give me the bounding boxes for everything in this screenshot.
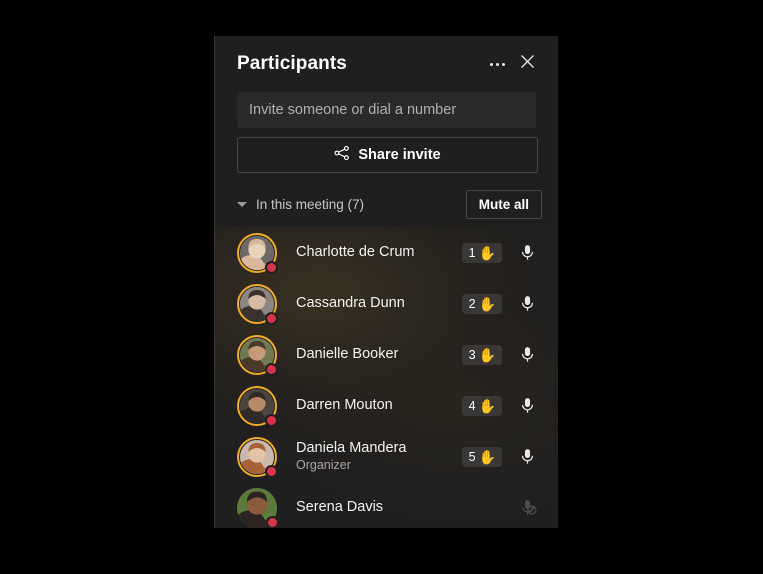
microphone-icon[interactable]	[512, 442, 542, 472]
avatar	[237, 283, 278, 325]
participant-row[interactable]: Daniela Mandera Organizer 5 ✋	[215, 431, 558, 482]
share-invite-label: Share invite	[358, 147, 441, 163]
participant-name: Charlotte de Crum	[296, 244, 415, 260]
participant-name-block: Daniela Mandera Organizer	[296, 440, 462, 473]
participant-name-block: Charlotte de Crum	[296, 244, 462, 261]
section-header: In this meeting (7) Mute all	[215, 173, 558, 221]
share-invite-button[interactable]: Share invite	[237, 137, 538, 173]
participant-row[interactable]: Cassandra Dunn 2 ✋	[215, 278, 558, 329]
participant-row[interactable]: Darren Mouton 4 ✋	[215, 380, 558, 431]
section-label: In this meeting (7)	[256, 196, 365, 212]
page-title: Participants	[237, 53, 347, 74]
presence-badge-busy	[265, 413, 278, 427]
invite-row	[215, 92, 558, 128]
participant-name: Darren Mouton	[296, 397, 393, 413]
avatar	[237, 232, 278, 274]
invite-input[interactable]	[237, 92, 536, 128]
participant-name-block: Serena Davis	[296, 499, 512, 516]
presence-badge-busy	[265, 362, 278, 376]
microphone-icon[interactable]	[512, 289, 542, 319]
presence-badge-busy	[265, 464, 278, 478]
ellipsis-icon	[489, 62, 505, 66]
share-icon	[334, 145, 350, 165]
participant-name-block: Darren Mouton	[296, 397, 462, 414]
microphone-off-icon[interactable]	[512, 493, 542, 523]
avatar	[237, 385, 278, 427]
raised-hand-icon: ✋	[478, 244, 496, 261]
raised-hand-order: 2	[468, 296, 476, 311]
raised-hand-order: 3	[468, 347, 476, 362]
panel-header: Participants	[215, 36, 558, 92]
participant-name: Danielle Booker	[296, 346, 399, 362]
participant-name-block: Danielle Booker	[296, 346, 462, 363]
participant-name: Cassandra Dunn	[296, 295, 405, 311]
participant-row[interactable]: Serena Davis	[215, 482, 558, 528]
raised-hand-badge: 4 ✋	[461, 395, 502, 416]
participant-row[interactable]: Danielle Booker 3 ✋	[215, 329, 558, 380]
microphone-icon[interactable]	[512, 391, 542, 421]
avatar	[237, 334, 278, 376]
participant-role: Organizer	[296, 458, 351, 472]
participant-name: Serena Davis	[296, 499, 384, 515]
more-options-button[interactable]	[482, 49, 512, 79]
raised-hand-order: 4	[468, 398, 476, 413]
raised-hand-icon: ✋	[478, 448, 496, 465]
raised-hand-icon: ✋	[478, 295, 496, 312]
raised-hand-badge: 5 ✋	[461, 446, 502, 467]
participant-list: Charlotte de Crum 1 ✋ Cassandra Dunn 2 ✋ Danie…	[215, 227, 558, 528]
raised-hand-badge: 2 ✋	[461, 293, 502, 314]
participant-name-block: Cassandra Dunn	[296, 295, 462, 312]
participant-name: Daniela Mandera	[296, 440, 407, 456]
presence-badge-busy	[265, 260, 278, 274]
share-row: Share invite	[215, 128, 558, 173]
presence-badge-busy	[265, 311, 278, 325]
raised-hand-order: 1	[468, 245, 476, 260]
microphone-icon[interactable]	[512, 340, 542, 370]
participant-row[interactable]: Charlotte de Crum 1 ✋	[215, 227, 558, 278]
raised-hand-badge: 3 ✋	[461, 344, 502, 365]
microphone-icon[interactable]	[512, 238, 542, 268]
close-button[interactable]	[512, 49, 542, 79]
raised-hand-icon: ✋	[478, 346, 496, 363]
avatar	[237, 487, 279, 528]
mute-all-button[interactable]: Mute all	[465, 189, 542, 219]
avatar	[237, 436, 278, 478]
chevron-down-icon[interactable]	[237, 201, 247, 207]
screen: Participants Invite someone or dial a nu…	[0, 0, 763, 574]
raised-hand-badge: 1 ✋	[461, 242, 502, 263]
participants-panel: Participants Invite someone or dial a nu…	[214, 36, 558, 528]
close-icon	[520, 54, 535, 74]
raised-hand-icon: ✋	[478, 397, 496, 414]
presence-badge-busy	[266, 515, 279, 528]
raised-hand-order: 5	[468, 449, 476, 464]
